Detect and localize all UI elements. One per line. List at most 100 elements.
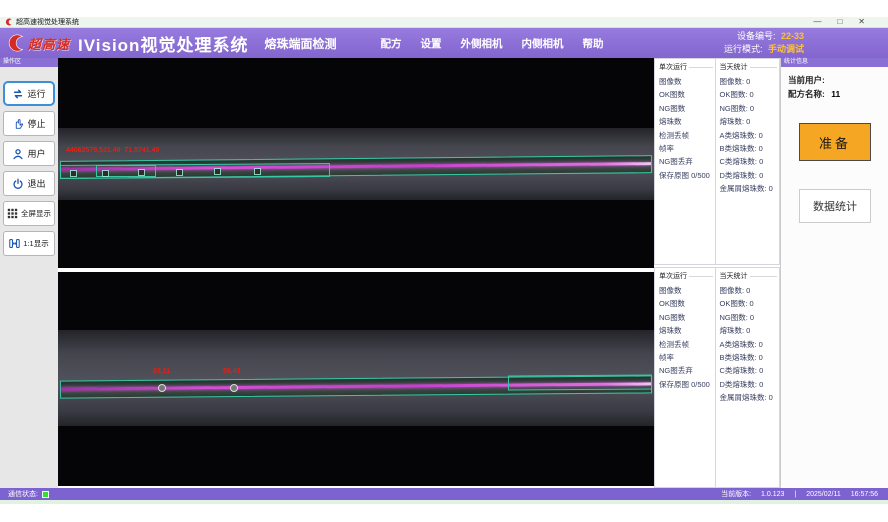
stat-row: NG图丢弃 [659, 155, 715, 168]
stat-row: 熔珠数 [659, 115, 715, 128]
menu-item[interactable]: 外侧相机 [460, 36, 502, 51]
fullscreen-grid-icon [7, 208, 18, 219]
comm-status-indicator [42, 491, 49, 498]
stat-row: 保存原图 0/500 [659, 169, 715, 182]
today-stats-title: 当天统计 [720, 271, 779, 281]
single-run-rows: 图像数OK图数NG图数熔珠数检测丢帧帧率NG图丢弃保存原图 0/500 [659, 284, 715, 391]
stat-row: OK图数: 0 [720, 88, 779, 101]
stop-label: 停止 [27, 117, 45, 130]
minimize-button[interactable]: — [813, 17, 821, 27]
stat-row: NG图数 [659, 102, 715, 115]
statistics-info-title: 统计信息 [781, 58, 888, 67]
measurement-annotation: 56.43 [223, 368, 241, 375]
data-statistics-button[interactable]: 数据统计 [799, 189, 871, 223]
exit-button[interactable]: 退出 [3, 171, 55, 196]
stat-row: 金属屑熔珠数: 0 [720, 391, 779, 404]
taskbar-title: 超高速视觉处理系统 [16, 17, 79, 27]
stat-row: D类熔珠数: 0 [720, 169, 779, 182]
today-stats-rows: 图像数: 0OK图数: 0NG图数: 0熔珠数: 0A类熔珠数: 0B类熔珠数:… [720, 75, 779, 196]
bottom-accent-strip [0, 500, 888, 504]
stat-row: A类熔珠数: 0 [720, 338, 779, 351]
user-label: 用户 [27, 147, 45, 160]
one-to-one-icon [9, 238, 20, 249]
power-icon [12, 178, 24, 190]
brand-logo: 超高速 [4, 33, 70, 53]
device-number-label: 设备编号: [737, 31, 776, 41]
stat-row: 金属屑熔珠数: 0 [720, 182, 779, 195]
single-run-rows: 图像数OK图数NG图数熔珠数检测丢帧帧率NG图丢弃保存原图 0/500 [659, 75, 715, 182]
version-value: 1.0.123 [761, 491, 784, 498]
menu-item[interactable]: 配方 [380, 36, 401, 51]
stat-row: 图像数: 0 [720, 75, 779, 88]
menu-item[interactable]: 帮助 [582, 36, 603, 51]
stat-row: 检测丢帧 [659, 129, 715, 142]
sidebar-operations: 操作区 运行 停止 用户 [0, 58, 58, 488]
stat-row: 图像数 [659, 284, 715, 297]
run-mode-value: 手动调试 [768, 44, 804, 54]
measurement-annotation: 53.11 [153, 368, 170, 375]
stop-hand-icon [12, 118, 24, 130]
sidebar-title: 操作区 [0, 58, 58, 67]
close-button[interactable]: ✕ [858, 17, 865, 27]
taskbar: 超高速视觉处理系统 — □ ✕ [0, 17, 888, 28]
app-window: 超高速视觉处理系统 — □ ✕ 超高速 IVision视觉处理系统 熔珠端面检测… [0, 0, 888, 522]
menu-bar: 配方 设置 外侧相机 内侧相机 帮助 [380, 36, 603, 51]
status-time: 16:57:56 [851, 491, 878, 498]
app-subtitle: 熔珠端面检测 [264, 35, 336, 52]
user-icon [12, 148, 24, 160]
outer-camera-view[interactable]: 44062579,531.49 71,5741.49 [58, 58, 654, 268]
single-run-title: 单次运行 [659, 62, 715, 72]
stat-row: A类熔珠数: 0 [720, 129, 779, 142]
run-icon [12, 88, 24, 100]
stat-row: 图像数: 0 [720, 284, 779, 297]
single-run-title: 单次运行 [659, 271, 715, 281]
status-bar: 通信状态: 当前版本: 1.0.123 | 2025/02/11 16:57:5… [0, 488, 888, 500]
statistics-info-panel: 统计信息 当前用户: 配方名称: 11 准备 数据统计 [780, 58, 888, 488]
fullscreen-label: 全屏显示 [21, 208, 51, 219]
stat-row: 保存原图 0/500 [659, 378, 715, 391]
measurement-annotation: 44062579,531.49 71,5741.49 [66, 147, 159, 154]
one-to-one-button[interactable]: 1:1显示 [3, 231, 55, 256]
bead-marker [158, 384, 166, 392]
stat-row: 检测丢帧 [659, 338, 715, 351]
fullscreen-button[interactable]: 全屏显示 [3, 201, 55, 226]
outer-camera-stats-panel: 单次运行 图像数OK图数NG图数熔珠数检测丢帧帧率NG图丢弃保存原图 0/500… [654, 58, 780, 265]
brand-logo-text: 超高速 [28, 34, 70, 53]
inner-camera-view[interactable]: 53.11 56.43 [58, 272, 654, 486]
stat-row: B类熔珠数: 0 [720, 142, 779, 155]
bead-marker [230, 384, 238, 392]
stat-row: D类熔珠数: 0 [720, 378, 779, 391]
run-label: 运行 [27, 87, 45, 100]
bead-marker [102, 170, 109, 177]
stat-row: NG图数: 0 [720, 311, 779, 324]
user-button[interactable]: 用户 [3, 141, 55, 166]
stat-row: B类熔珠数: 0 [720, 351, 779, 364]
inner-camera-stats-panel: 单次运行 图像数OK图数NG图数熔珠数检测丢帧帧率NG图丢弃保存原图 0/500… [654, 267, 780, 488]
stat-row: NG图数 [659, 311, 715, 324]
recipe-name-label: 配方名称: [788, 89, 825, 99]
menu-item[interactable]: 设置 [420, 36, 441, 51]
stat-row: 帧率 [659, 142, 715, 155]
recipe-name-value: 11 [831, 89, 840, 99]
app-header: 超高速 IVision视觉处理系统 熔珠端面检测 配方设置外侧相机内侧相机帮助 … [0, 28, 888, 58]
stat-row: OK图数 [659, 297, 715, 310]
maximize-button[interactable]: □ [837, 17, 842, 27]
camera-views: 44062579,531.49 71,5741.49 53.11 56.43 [58, 58, 654, 488]
app-logo-icon [5, 18, 13, 26]
stat-row: OK图数 [659, 88, 715, 101]
stat-row: C类熔珠数: 0 [720, 364, 779, 377]
status-separator: | [794, 491, 796, 498]
run-button[interactable]: 运行 [3, 81, 55, 106]
prepare-button[interactable]: 准备 [799, 123, 871, 161]
header-info: 设备编号: 22-33 运行模式: 手动调试 [724, 30, 804, 56]
stop-button[interactable]: 停止 [3, 111, 55, 136]
run-mode-label: 运行模式: [724, 44, 763, 54]
version-label: 当前版本: [721, 489, 751, 499]
stat-row: 帧率 [659, 351, 715, 364]
comm-status-label: 通信状态: [8, 489, 38, 499]
stat-row: 图像数 [659, 75, 715, 88]
menu-item[interactable]: 内侧相机 [521, 36, 563, 51]
bead-marker [214, 168, 221, 175]
stat-row: OK图数: 0 [720, 297, 779, 310]
stat-row: NG图数: 0 [720, 102, 779, 115]
